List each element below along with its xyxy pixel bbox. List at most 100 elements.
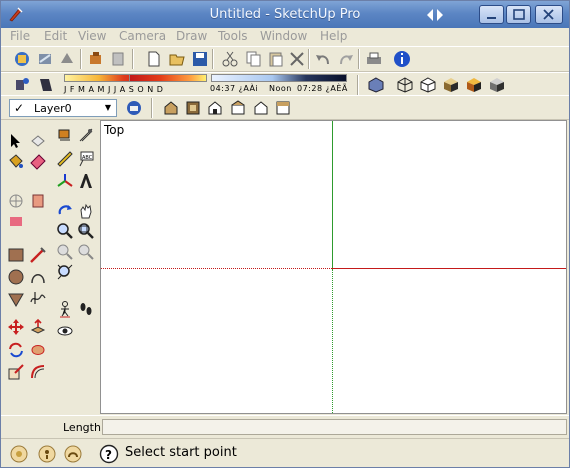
- display-shadows-icon[interactable]: [37, 76, 55, 94]
- tape-measure-icon[interactable]: [56, 150, 74, 168]
- close-button[interactable]: [535, 5, 563, 24]
- save-icon[interactable]: [191, 50, 209, 68]
- share-model-icon[interactable]: [36, 50, 54, 68]
- green-axis: [332, 121, 333, 270]
- extension-warehouse-icon[interactable]: [87, 50, 105, 68]
- time-slider[interactable]: [211, 74, 347, 82]
- month-gradient-bar-end: [129, 74, 207, 82]
- shadow-settings-icon[interactable]: [13, 76, 31, 94]
- copy-icon[interactable]: [245, 50, 263, 68]
- measurements-input[interactable]: [102, 419, 567, 435]
- close-icon: [543, 9, 554, 20]
- zoom-window-icon[interactable]: [77, 222, 95, 240]
- status-bar: ? Select start point: [1, 438, 569, 467]
- pan-hand-icon[interactable]: [77, 202, 95, 220]
- current-layer-name: Layer0: [34, 102, 72, 115]
- toolbar-separator: [212, 49, 214, 69]
- previous-view-icon[interactable]: [56, 243, 74, 261]
- open-icon[interactable]: [168, 50, 186, 68]
- rotate-icon[interactable]: [7, 341, 25, 359]
- zoom-icon[interactable]: [56, 222, 74, 240]
- next-view-icon[interactable]: [77, 243, 95, 261]
- footprints-icon[interactable]: [77, 300, 95, 318]
- 3d-text-icon[interactable]: [77, 172, 95, 190]
- make-component-icon[interactable]: [29, 132, 47, 150]
- chevron-down-icon[interactable]: ▼: [101, 101, 115, 115]
- menu-edit[interactable]: Edit: [44, 29, 67, 43]
- dimension-icon[interactable]: [56, 126, 74, 144]
- hidden-line-style-icon[interactable]: [419, 76, 437, 94]
- push-pull-icon[interactable]: [29, 318, 47, 336]
- cut-icon[interactable]: [221, 50, 239, 68]
- model-info-icon[interactable]: [393, 50, 411, 68]
- look-around-eye-icon[interactable]: [56, 322, 74, 340]
- svg-text:?: ?: [105, 448, 112, 462]
- left-view-icon[interactable]: [274, 99, 292, 117]
- scale-icon[interactable]: [7, 363, 25, 381]
- title-bar[interactable]: Untitled - SketchUp Pro: [1, 1, 569, 28]
- right-view-icon[interactable]: [229, 99, 247, 117]
- arc-icon[interactable]: [29, 268, 47, 286]
- wireframe-style-icon[interactable]: [396, 76, 414, 94]
- menu-tools[interactable]: Tools: [218, 29, 248, 43]
- xray-style-icon[interactable]: [367, 76, 385, 94]
- standard-toolbar: [1, 46, 569, 72]
- minimize-button[interactable]: [479, 5, 504, 24]
- top-view-icon[interactable]: [184, 99, 202, 117]
- menu-file[interactable]: File: [10, 29, 30, 43]
- walk-icon[interactable]: [56, 300, 74, 318]
- time-noon-label: Noon: [269, 84, 292, 93]
- layer-manager-icon[interactable]: [125, 99, 143, 117]
- red-axis: [332, 268, 566, 269]
- text-icon[interactable]: ABC: [77, 150, 95, 168]
- erase-icon[interactable]: [288, 50, 306, 68]
- status-message: Select start point: [125, 445, 237, 460]
- photo-textures-icon[interactable]: [109, 50, 127, 68]
- credits-icon[interactable]: [37, 444, 57, 464]
- new-icon[interactable]: [145, 50, 163, 68]
- menu-help[interactable]: Help: [320, 29, 347, 43]
- select-icon[interactable]: [7, 132, 25, 150]
- back-view-icon[interactable]: [252, 99, 270, 117]
- shaded-style-icon[interactable]: [442, 76, 460, 94]
- menu-window[interactable]: Window: [260, 29, 307, 43]
- protractor-icon[interactable]: [77, 126, 95, 144]
- line-pencil-icon[interactable]: [29, 246, 47, 264]
- get-models-icon[interactable]: [13, 50, 31, 68]
- redo-icon[interactable]: [337, 50, 355, 68]
- position-camera-icon[interactable]: [29, 192, 47, 210]
- monochrome-style-icon[interactable]: [488, 76, 506, 94]
- polygon-icon[interactable]: [7, 290, 25, 308]
- look-around-icon[interactable]: [7, 212, 25, 230]
- freehand-icon[interactable]: [29, 288, 47, 306]
- print-icon[interactable]: [365, 50, 383, 68]
- offset-icon[interactable]: [29, 363, 47, 381]
- axes-icon[interactable]: [56, 172, 74, 190]
- rectangle-icon[interactable]: [7, 246, 25, 264]
- front-view-icon[interactable]: [206, 99, 224, 117]
- menu-camera[interactable]: Camera: [119, 29, 166, 43]
- user-icon[interactable]: [63, 444, 83, 464]
- layer-dropdown[interactable]: ✓ Layer0 ▼: [9, 99, 117, 117]
- iso-view-icon[interactable]: [162, 99, 180, 117]
- help-question-icon[interactable]: ?: [99, 444, 119, 464]
- modeling-viewport[interactable]: Top: [100, 120, 567, 414]
- geo-location-icon[interactable]: [9, 444, 29, 464]
- menu-view[interactable]: View: [78, 29, 106, 43]
- circle-icon[interactable]: [7, 268, 25, 286]
- follow-me-icon[interactable]: [29, 341, 47, 359]
- paint-bucket-icon[interactable]: [7, 152, 25, 170]
- shaded-textures-style-icon[interactable]: [465, 76, 483, 94]
- zoom-extents-icon[interactable]: [56, 263, 74, 281]
- nav-arrows-icon[interactable]: [424, 7, 446, 23]
- move-icon[interactable]: [7, 318, 25, 336]
- share-component-icon[interactable]: [58, 50, 76, 68]
- menu-draw[interactable]: Draw: [176, 29, 207, 43]
- paste-icon[interactable]: [267, 50, 285, 68]
- orbit-tool-icon[interactable]: [56, 202, 74, 220]
- orbit-icon[interactable]: [7, 192, 25, 210]
- maximize-button[interactable]: [506, 5, 531, 24]
- eraser-icon[interactable]: [29, 152, 47, 170]
- minimize-icon: [487, 17, 496, 19]
- undo-icon[interactable]: [314, 50, 332, 68]
